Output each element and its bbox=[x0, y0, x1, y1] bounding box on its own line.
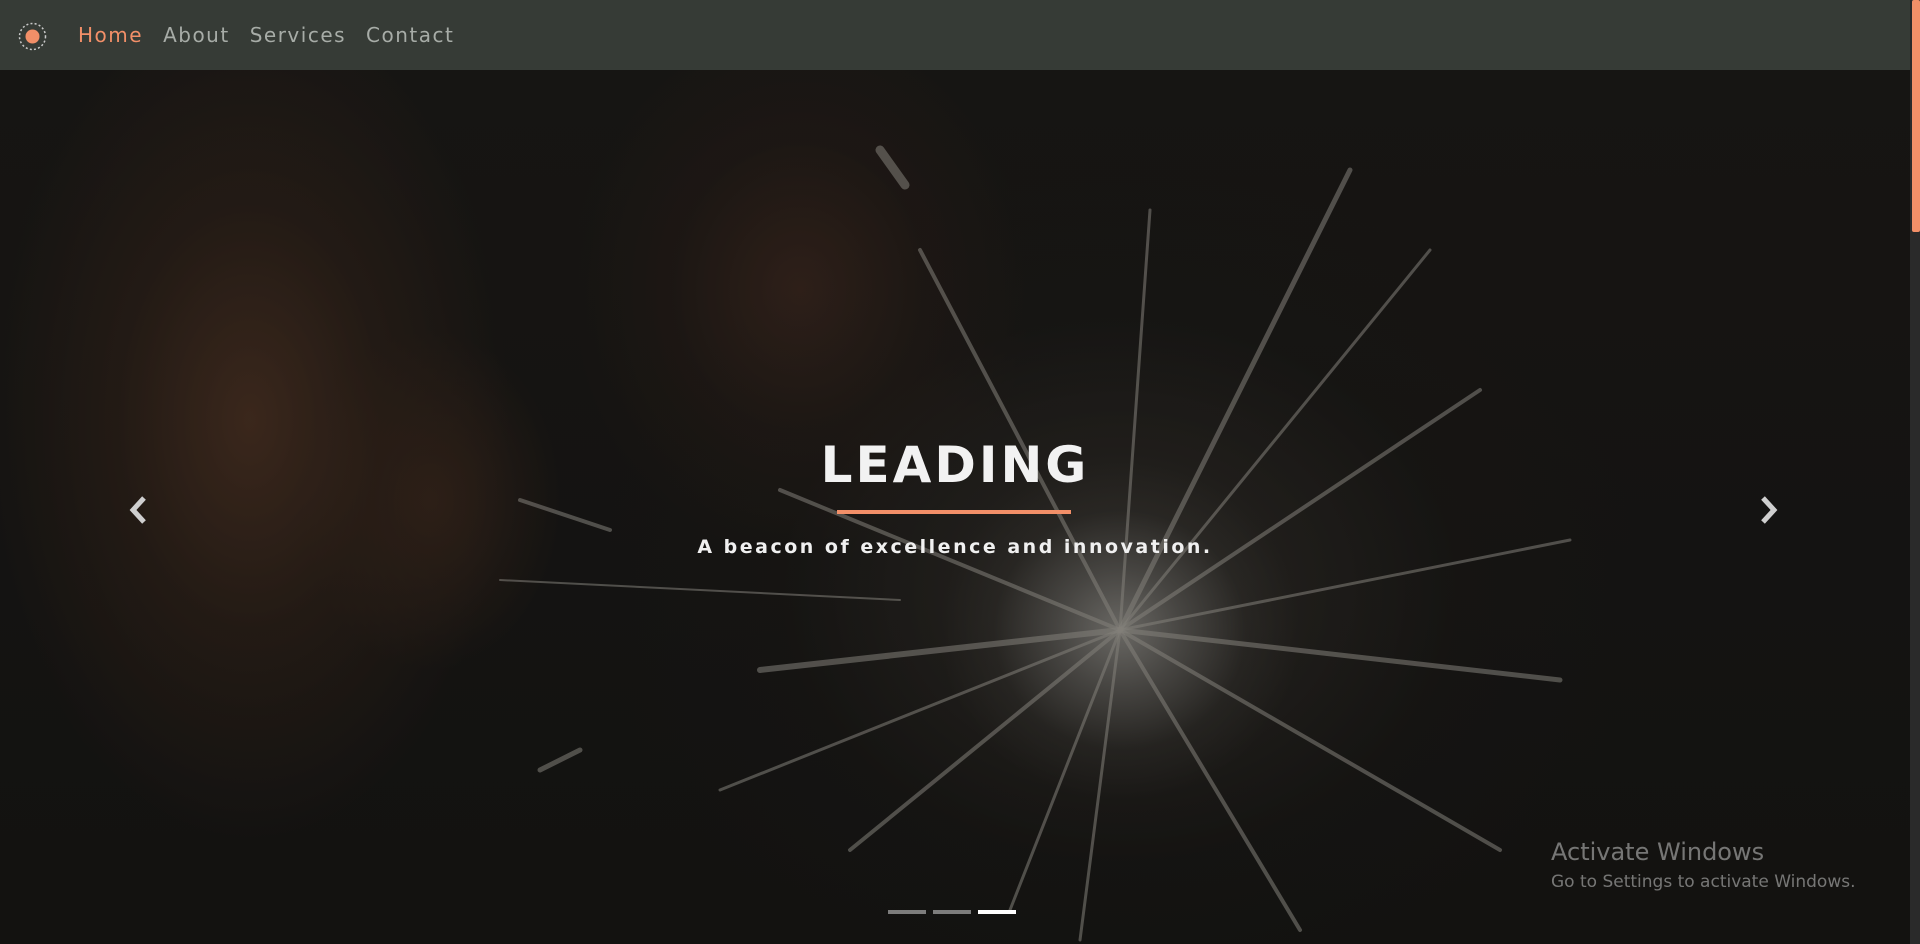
scrollbar-thumb[interactable] bbox=[1912, 0, 1920, 232]
page-scrollbar[interactable] bbox=[1910, 0, 1920, 944]
nav-link-services[interactable]: Services bbox=[250, 23, 346, 47]
nav-link-home[interactable]: Home bbox=[78, 23, 143, 47]
watermark-subtitle: Go to Settings to activate Windows. bbox=[1551, 872, 1856, 892]
hero-carousel: LEADING A beacon of excellence and innov… bbox=[0, 70, 1910, 944]
sunburst-logo-icon[interactable] bbox=[16, 20, 49, 53]
hero-title: LEADING bbox=[820, 436, 1090, 494]
chevron-left-icon bbox=[129, 496, 146, 524]
chevron-right-icon bbox=[1761, 496, 1778, 524]
nav-link-contact[interactable]: Contact bbox=[366, 23, 454, 47]
carousel-indicator-1[interactable] bbox=[888, 910, 926, 914]
watermark-title: Activate Windows bbox=[1551, 838, 1765, 866]
carousel-indicator-3[interactable] bbox=[978, 910, 1016, 914]
carousel-next-button[interactable] bbox=[1747, 490, 1787, 530]
carousel-indicator-2[interactable] bbox=[933, 910, 971, 914]
carousel-indicators bbox=[888, 910, 1023, 914]
windows-activation-watermark: Activate Windows Go to Settings to activ… bbox=[1551, 838, 1856, 892]
nav-link-about[interactable]: About bbox=[163, 23, 230, 47]
navbar: Home About Services Contact bbox=[0, 0, 1910, 70]
hero-dark-overlay bbox=[0, 70, 1910, 944]
hero-subtitle: A beacon of excellence and innovation. bbox=[697, 536, 1213, 558]
page: Home About Services Contact LEADING A be… bbox=[0, 0, 1920, 944]
carousel-prev-button[interactable] bbox=[120, 490, 160, 530]
nav-links: Home About Services Contact bbox=[78, 0, 474, 70]
hero-title-underline bbox=[837, 510, 1071, 514]
